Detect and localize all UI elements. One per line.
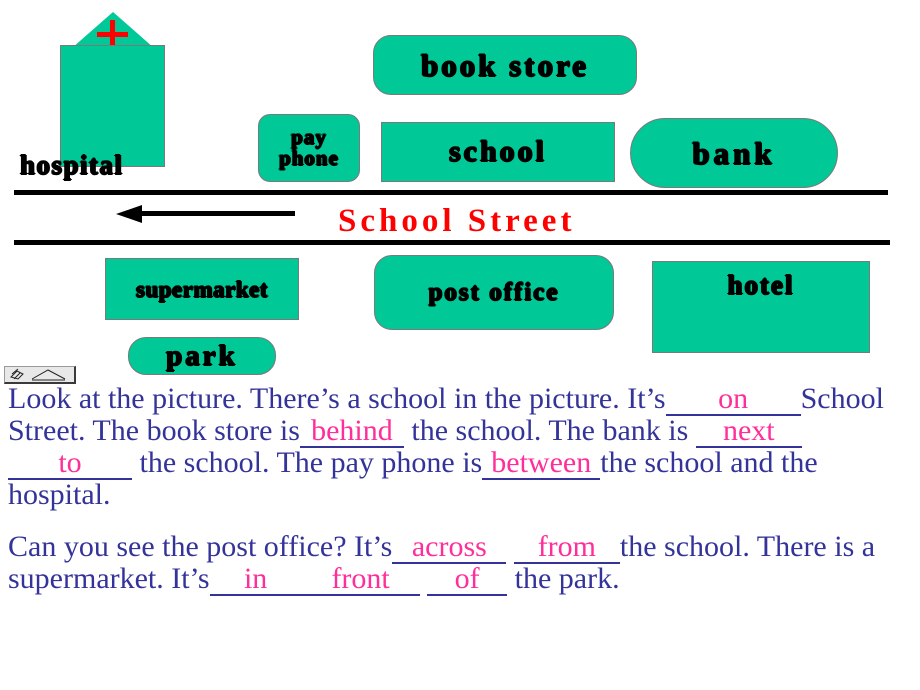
- sentence-text: Can you see the post office? It’s: [8, 530, 393, 563]
- paragraph-one: Look at the picture. There’s a school in…: [8, 384, 914, 510]
- sentence-text: the park.: [514, 562, 620, 595]
- answer-blank-of[interactable]: of: [427, 564, 508, 596]
- building-label-hospital: hospital: [20, 150, 124, 180]
- map-illustration: hospital book store pay phone school ban…: [0, 0, 920, 385]
- answer-blank-on[interactable]: on: [665, 384, 801, 416]
- building-supermarket[interactable]: supermarket: [105, 258, 299, 320]
- answer-blank-next[interactable]: next: [695, 416, 802, 448]
- line-draw-icon[interactable]: [31, 368, 69, 381]
- sentence-text: Look at the picture. There’s a school in…: [8, 382, 620, 415]
- building-label-pay-phone-line1: pay: [291, 125, 327, 149]
- road-edge-top: [14, 190, 888, 195]
- building-pay-phone[interactable]: pay phone: [258, 114, 360, 182]
- wordart-icon[interactable]: [9, 368, 27, 381]
- building-book-store[interactable]: book store: [373, 35, 637, 95]
- building-label-pay-phone-line2: phone: [279, 146, 339, 170]
- sentence-text: It’s: [627, 382, 666, 415]
- sentence-text: the school. The bank is: [411, 414, 689, 447]
- building-label-post-office: post office: [428, 279, 560, 306]
- building-label-bank: bank: [692, 135, 776, 171]
- sentence-text: The pay phone is: [276, 446, 483, 479]
- sentence-text: the school.: [139, 446, 270, 479]
- building-label-school: school: [448, 135, 547, 168]
- arrow-left-icon-shaft: [140, 211, 295, 216]
- answer-blank-to[interactable]: to: [8, 448, 132, 480]
- road-edge-bottom: [14, 240, 890, 245]
- sentence-text: the: [619, 530, 657, 563]
- paragraph-two: Can you see the post office? It’s across …: [8, 532, 914, 596]
- arrow-left-icon: [116, 205, 142, 223]
- answer-blank-from[interactable]: from: [513, 532, 620, 564]
- building-hospital[interactable]: [60, 45, 165, 167]
- answer-blank-front[interactable]: front: [301, 564, 420, 596]
- answer-blank-in[interactable]: in: [209, 564, 302, 596]
- street-name-label: School Street: [338, 203, 576, 239]
- red-cross-icon-bar: [97, 32, 128, 37]
- building-hotel[interactable]: hotel: [652, 261, 870, 353]
- answer-blank-behind[interactable]: behind: [299, 416, 404, 448]
- building-post-office[interactable]: post office: [374, 255, 614, 330]
- building-label-park: park: [166, 339, 238, 372]
- building-label-hotel: hotel: [727, 270, 795, 300]
- building-park[interactable]: park: [128, 337, 276, 375]
- building-school[interactable]: school: [381, 122, 615, 182]
- answer-blank-between[interactable]: between: [482, 448, 601, 480]
- building-label-book-store: book store: [420, 47, 590, 83]
- building-label-supermarket: supermarket: [136, 276, 268, 302]
- building-bank[interactable]: bank: [630, 118, 838, 188]
- exercise-text-block: Look at the picture. There’s a school in…: [8, 384, 914, 596]
- answer-blank-across[interactable]: across: [392, 532, 507, 564]
